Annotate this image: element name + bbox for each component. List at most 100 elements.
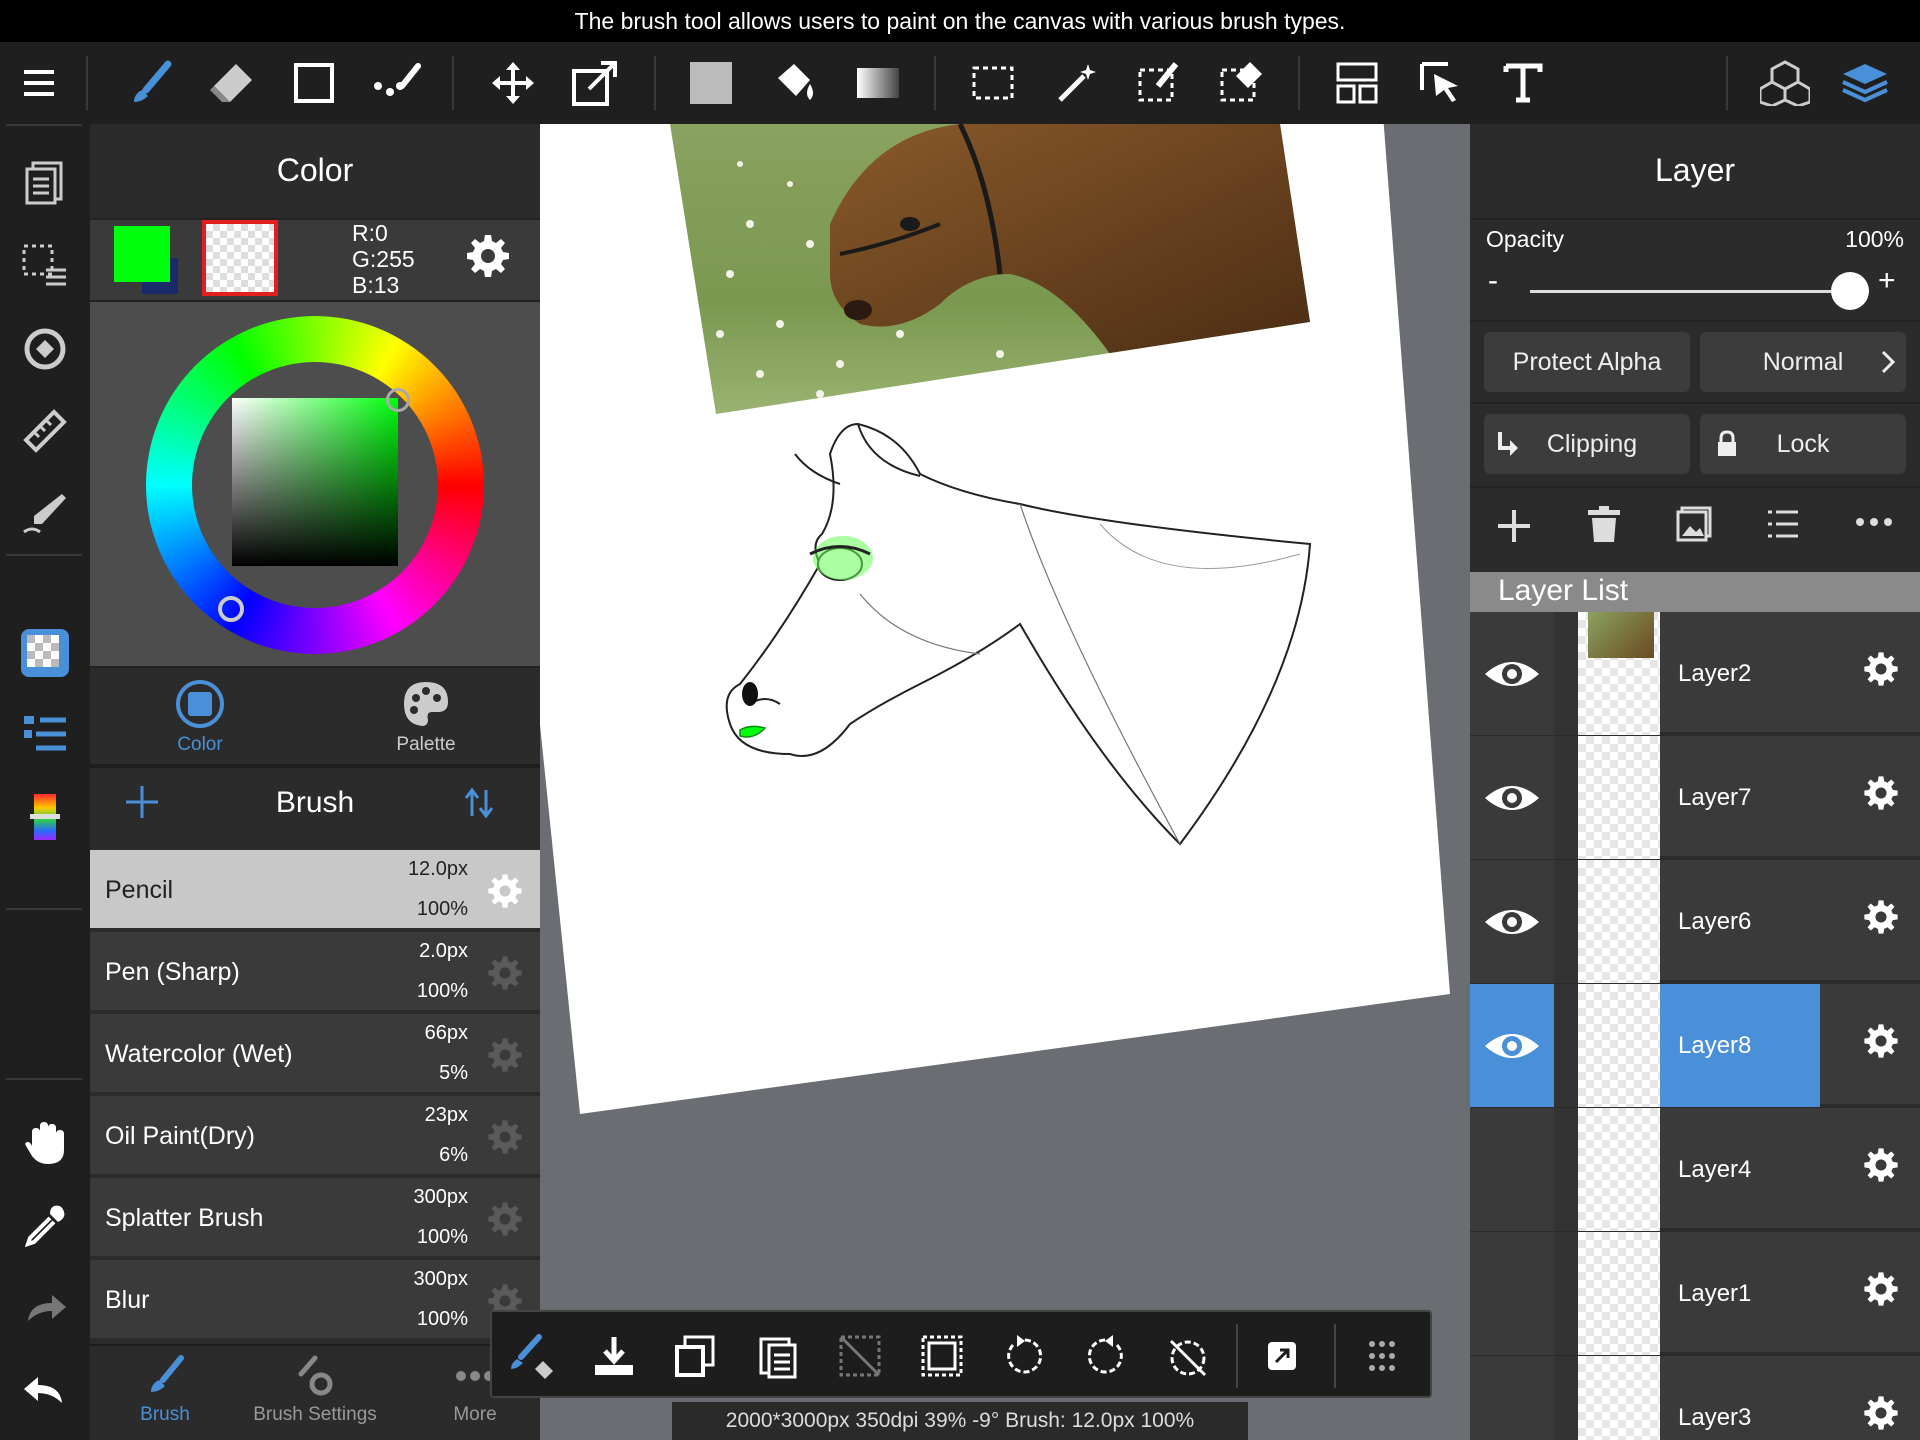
paste-icon[interactable] bbox=[748, 1326, 808, 1386]
visibility-eye-icon[interactable] bbox=[1470, 612, 1554, 735]
layer-list-icon[interactable] bbox=[16, 706, 74, 764]
eyedropper-icon[interactable] bbox=[16, 1196, 74, 1254]
redo-icon[interactable] bbox=[16, 1278, 74, 1336]
layers-icon[interactable] bbox=[1836, 54, 1894, 112]
brush-settings-gear-icon[interactable] bbox=[486, 954, 524, 992]
pen-pressure-icon[interactable] bbox=[16, 484, 74, 542]
reset-rotation-icon[interactable] bbox=[1158, 1326, 1218, 1386]
opacity-minus-button[interactable]: - bbox=[1488, 264, 1498, 298]
canvas-area[interactable] bbox=[540, 124, 1470, 1440]
material-icon[interactable] bbox=[16, 624, 74, 682]
hue-picker-handle[interactable] bbox=[218, 596, 244, 622]
text-icon[interactable] bbox=[1494, 54, 1552, 112]
copy-icon[interactable] bbox=[666, 1326, 726, 1386]
ruler-icon[interactable] bbox=[16, 402, 74, 460]
page-manager-icon[interactable] bbox=[16, 154, 74, 212]
tab-brush[interactable]: Brush bbox=[100, 1354, 230, 1426]
opacity-plus-button[interactable]: + bbox=[1878, 264, 1896, 298]
undo-icon[interactable] bbox=[16, 1360, 74, 1418]
fill-color-icon[interactable] bbox=[682, 54, 740, 112]
layer-name: Layer2 bbox=[1678, 660, 1752, 687]
delete-layer-icon[interactable] bbox=[1588, 506, 1620, 544]
select-pen-icon[interactable] bbox=[1130, 54, 1188, 112]
blend-mode-button[interactable]: Normal bbox=[1700, 332, 1906, 392]
brush-settings-gear-icon[interactable] bbox=[486, 1036, 524, 1074]
lock-button[interactable]: Lock bbox=[1700, 414, 1906, 474]
color-gradient-icon[interactable] bbox=[16, 788, 74, 846]
brush-icon[interactable] bbox=[122, 54, 180, 112]
layer-item[interactable]: Layer2 bbox=[1470, 612, 1920, 735]
layer-settings-gear-icon[interactable] bbox=[1862, 1270, 1900, 1308]
protect-alpha-button[interactable]: Protect Alpha bbox=[1484, 332, 1690, 392]
visibility-eye-icon[interactable] bbox=[1470, 984, 1554, 1107]
brush-item[interactable]: Pencil 12.0px 100% bbox=[90, 850, 540, 930]
layer-settings-gear-icon[interactable] bbox=[1862, 1146, 1900, 1184]
transform-icon[interactable] bbox=[566, 54, 624, 112]
tab-palette[interactable]: Palette bbox=[346, 672, 506, 762]
brush-settings-gear-icon[interactable] bbox=[486, 872, 524, 910]
layer-item[interactable]: Layer3 bbox=[1470, 1356, 1920, 1440]
opacity-slider-thumb[interactable] bbox=[1831, 272, 1869, 310]
hand-icon[interactable] bbox=[16, 1114, 74, 1172]
rotate-canvas-icon[interactable] bbox=[16, 320, 74, 378]
layer-item[interactable]: Layer4 bbox=[1470, 1108, 1920, 1231]
brush-settings-gear-icon[interactable] bbox=[486, 1118, 524, 1156]
select-all-icon[interactable] bbox=[912, 1326, 972, 1386]
brush-item[interactable]: Pen (Sharp) 2.0px 100% bbox=[90, 932, 540, 1012]
visibility-eye-icon[interactable] bbox=[1470, 736, 1554, 859]
menu-icon[interactable] bbox=[12, 54, 70, 112]
brush-item[interactable]: Blur 300px 100% bbox=[90, 1260, 540, 1340]
clipping-button[interactable]: Clipping bbox=[1484, 414, 1690, 474]
deselect-icon[interactable] bbox=[830, 1326, 890, 1386]
layer-list-view-icon[interactable] bbox=[1766, 508, 1800, 540]
brush-item[interactable]: Splatter Brush 300px 100% bbox=[90, 1178, 540, 1258]
rotate-right-icon[interactable] bbox=[1076, 1326, 1136, 1386]
layer-settings-gear-icon[interactable] bbox=[1862, 650, 1900, 688]
opacity-slider-track[interactable] bbox=[1530, 290, 1850, 293]
bucket-icon[interactable] bbox=[766, 54, 824, 112]
selection-layer-icon[interactable] bbox=[16, 236, 74, 294]
move-icon[interactable] bbox=[484, 54, 542, 112]
tab-brush-settings[interactable]: Brush Settings bbox=[230, 1354, 400, 1426]
brush-eraser-toggle-icon[interactable] bbox=[502, 1326, 562, 1386]
add-image-layer-icon[interactable] bbox=[1676, 506, 1712, 542]
eraser-icon[interactable] bbox=[202, 54, 260, 112]
layer-settings-gear-icon[interactable] bbox=[1862, 1394, 1900, 1432]
sort-brush-icon[interactable] bbox=[464, 786, 494, 820]
rectangle-shape-icon[interactable] bbox=[285, 54, 343, 112]
visibility-eye-icon[interactable] bbox=[1470, 1108, 1554, 1231]
select-rectangle-icon[interactable] bbox=[964, 54, 1022, 112]
rotate-left-icon[interactable] bbox=[994, 1326, 1054, 1386]
3d-model-icon[interactable] bbox=[1756, 54, 1814, 112]
gradient-icon[interactable] bbox=[849, 54, 907, 112]
layer-settings-gear-icon[interactable] bbox=[1862, 898, 1900, 936]
layer-settings-gear-icon[interactable] bbox=[1862, 1022, 1900, 1060]
layer-item[interactable]: Layer8 bbox=[1470, 984, 1920, 1107]
layer-item[interactable]: Layer6 bbox=[1470, 860, 1920, 983]
visibility-eye-icon[interactable] bbox=[1470, 860, 1554, 983]
dot-brush-icon[interactable] bbox=[368, 54, 426, 112]
save-icon[interactable] bbox=[584, 1326, 644, 1386]
operation-icon[interactable] bbox=[1412, 54, 1470, 112]
select-eraser-icon[interactable] bbox=[1212, 54, 1270, 112]
transparent-color-swatch[interactable] bbox=[202, 220, 278, 296]
color-settings-gear-icon[interactable] bbox=[464, 232, 512, 280]
visibility-eye-icon[interactable] bbox=[1470, 1356, 1554, 1440]
tab-color[interactable]: Color bbox=[120, 672, 280, 762]
primary-color-swatch[interactable] bbox=[114, 226, 170, 282]
frame-divider-icon[interactable] bbox=[1328, 54, 1386, 112]
visibility-eye-icon[interactable] bbox=[1470, 1232, 1554, 1355]
brush-item[interactable]: Watercolor (Wet) 66px 5% bbox=[90, 1014, 540, 1094]
grid-handle-icon[interactable] bbox=[1352, 1326, 1412, 1386]
magic-wand-icon[interactable] bbox=[1048, 54, 1106, 112]
layer-item[interactable]: Layer1 bbox=[1470, 1232, 1920, 1355]
share-icon[interactable] bbox=[1252, 1326, 1312, 1386]
layer-settings-gear-icon[interactable] bbox=[1862, 774, 1900, 812]
add-layer-icon[interactable] bbox=[1496, 508, 1532, 544]
more-options-icon[interactable] bbox=[1854, 516, 1894, 528]
brush-settings-gear-icon[interactable] bbox=[486, 1200, 524, 1238]
layer-item[interactable]: Layer7 bbox=[1470, 736, 1920, 859]
sv-picker-handle[interactable] bbox=[386, 388, 410, 412]
brush-item[interactable]: Oil Paint(Dry) 23px 6% bbox=[90, 1096, 540, 1176]
saturation-value-square[interactable] bbox=[232, 398, 398, 566]
